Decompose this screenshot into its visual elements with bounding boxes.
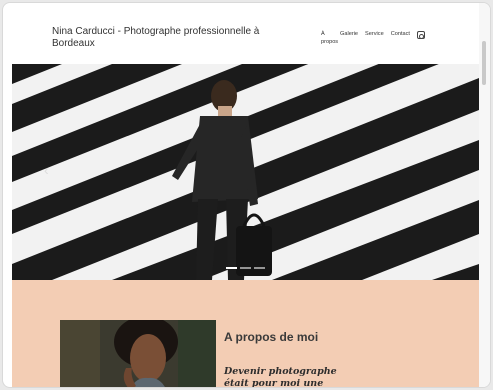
carousel-prev-icon[interactable]: ‹: [44, 163, 49, 177]
hero-carousel: ‹: [12, 64, 479, 280]
about-heading: A propos de moi: [224, 330, 319, 344]
nav-link-service[interactable]: Service: [365, 30, 384, 38]
instagram-icon[interactable]: [416, 31, 425, 39]
carousel-dot[interactable]: [226, 267, 237, 269]
scrollbar-thumb[interactable]: [482, 41, 486, 85]
carousel-dot[interactable]: [240, 267, 251, 269]
main-nav: À propos Galerie Service Contact: [321, 30, 425, 46]
hero-image: [12, 64, 479, 280]
about-section: A propos de moi Devenir photographe étai…: [12, 280, 479, 388]
about-tagline: Devenir photographe était pour moi une é…: [224, 366, 337, 388]
carousel-indicators: [226, 267, 265, 269]
carousel-dot[interactable]: [254, 267, 265, 269]
nav-link-contact[interactable]: Contact: [391, 30, 410, 38]
scrollbar[interactable]: [479, 3, 490, 387]
web-page: Nina Carducci - Photographe professionne…: [12, 3, 479, 388]
nav-link-a-propos[interactable]: À propos: [321, 30, 338, 46]
site-header: Nina Carducci - Photographe professionne…: [12, 3, 479, 64]
about-portrait-photo: [60, 320, 216, 387]
nav-link-galerie[interactable]: Galerie: [340, 30, 358, 38]
browser-frame: Nina Carducci - Photographe professionne…: [2, 2, 491, 388]
site-title[interactable]: Nina Carducci - Photographe professionne…: [52, 26, 292, 50]
